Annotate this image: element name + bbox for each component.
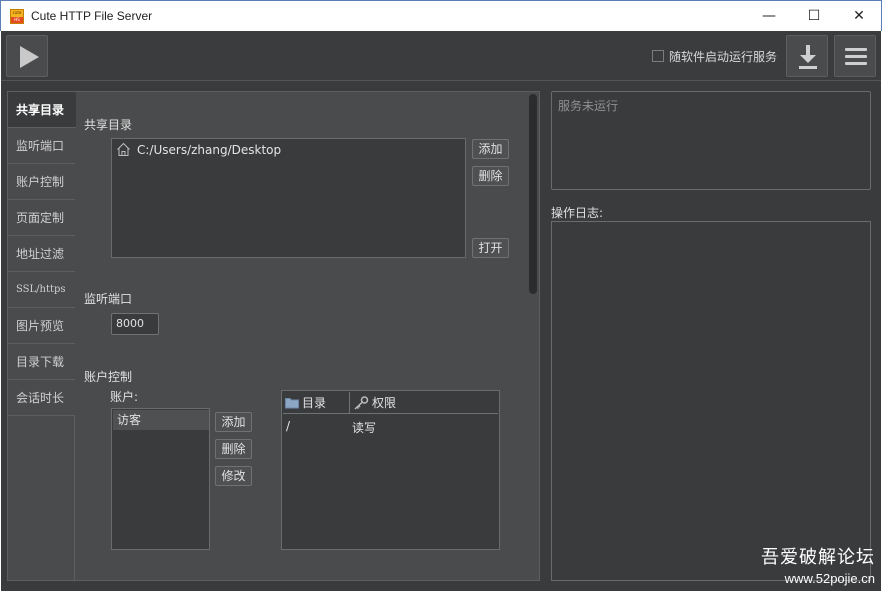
- settings-scrollbar[interactable]: [527, 92, 539, 580]
- tab-page-custom[interactable]: 页面定制: [8, 200, 75, 236]
- port-input[interactable]: 8000: [111, 313, 159, 335]
- watermark: 吾爱破解论坛 www.52pojie.cn: [761, 543, 875, 586]
- table-cell-perm[interactable]: 读写: [352, 419, 376, 436]
- app-body: 随软件启动运行服务 共享目录 监听端口 账户控制 页面定制 地址过滤 SSL/h…: [1, 31, 881, 591]
- delete-account-button[interactable]: 删除: [215, 439, 252, 459]
- settings-content: 共享目录 C:/Users/zhang/Desktop 添加 删除 打开 监听端…: [76, 92, 526, 580]
- shared-dir-title: 共享目录: [84, 118, 133, 132]
- tab-dir-download[interactable]: 目录下载: [8, 344, 75, 380]
- account-list-label: 账户:: [110, 390, 139, 404]
- minimize-icon: —: [762, 8, 776, 24]
- autostart-label: 随软件启动运行服务: [669, 49, 778, 64]
- play-icon: [20, 46, 39, 68]
- watermark-title: 吾爱破解论坛: [761, 547, 875, 568]
- column-header-dir[interactable]: 目录: [285, 392, 349, 414]
- folder-icon: [285, 398, 299, 409]
- server-status-text: 服务未运行: [558, 99, 619, 113]
- open-dir-button[interactable]: 打开: [472, 238, 509, 258]
- column-divider: [349, 392, 350, 414]
- add-account-button[interactable]: 添加: [215, 412, 252, 432]
- scrollbar-thumb[interactable]: [529, 94, 537, 294]
- settings-panel: 共享目录 监听端口 账户控制 页面定制 地址过滤 SSL/https 图片预览 …: [7, 91, 540, 581]
- list-item[interactable]: 访客: [113, 410, 209, 430]
- list-item[interactable]: C:/Users/zhang/Desktop: [116, 142, 281, 157]
- table-cell-dir[interactable]: /: [286, 419, 290, 433]
- tab-account-control[interactable]: 账户控制: [8, 164, 75, 200]
- toolbar: 随软件启动运行服务: [1, 31, 881, 81]
- settings-tabs: 共享目录 监听端口 账户控制 页面定制 地址过滤 SSL/https 图片预览 …: [8, 92, 76, 580]
- home-icon: [117, 142, 130, 156]
- shared-dir-list[interactable]: C:/Users/zhang/Desktop: [111, 138, 466, 258]
- key-icon: [354, 396, 369, 410]
- close-icon: ✕: [853, 8, 865, 24]
- hamburger-menu-icon: [845, 48, 867, 65]
- column-header-perm[interactable]: 权限: [353, 392, 396, 414]
- server-status-box: 服务未运行: [551, 91, 871, 190]
- autostart-option[interactable]: 随软件启动运行服务: [652, 48, 777, 64]
- delete-dir-button[interactable]: 删除: [472, 166, 509, 186]
- download-button[interactable]: [786, 35, 828, 77]
- maximize-button[interactable]: ☐: [791, 1, 837, 31]
- menu-button[interactable]: [834, 35, 876, 77]
- account-control-title: 账户控制: [84, 370, 133, 384]
- port-title: 监听端口: [84, 292, 133, 306]
- tab-image-preview[interactable]: 图片预览: [8, 308, 75, 344]
- title-bar: cute HS Cute HTTP File Server — ☐ ✕: [0, 0, 882, 31]
- download-icon: [799, 45, 817, 69]
- tab-session-duration[interactable]: 会话时长: [8, 380, 75, 416]
- account-list[interactable]: 访客: [111, 408, 210, 550]
- tab-ssl-https[interactable]: SSL/https: [8, 272, 75, 308]
- log-label: 操作日志:: [551, 206, 604, 220]
- watermark-url: www.52pojie.cn: [784, 571, 875, 586]
- close-button[interactable]: ✕: [836, 1, 882, 31]
- edit-account-button[interactable]: 修改: [215, 466, 252, 486]
- autostart-checkbox[interactable]: [652, 50, 664, 62]
- table-header: 目录 权限: [283, 392, 498, 414]
- maximize-icon: ☐: [807, 8, 821, 24]
- minimize-button[interactable]: —: [746, 1, 792, 31]
- tab-address-filter[interactable]: 地址过滤: [8, 236, 75, 272]
- window-title: Cute HTTP File Server: [31, 9, 153, 23]
- app-logo-icon: cute HS: [10, 9, 24, 24]
- permission-table[interactable]: 目录 权限 / 读写: [281, 390, 500, 550]
- tab-shared-dir[interactable]: 共享目录: [8, 92, 76, 128]
- operation-log[interactable]: [551, 221, 871, 581]
- tab-listen-port[interactable]: 监听端口: [8, 128, 75, 164]
- start-server-button[interactable]: [6, 35, 48, 77]
- add-dir-button[interactable]: 添加: [472, 139, 509, 159]
- shared-dir-path: C:/Users/zhang/Desktop: [137, 142, 282, 157]
